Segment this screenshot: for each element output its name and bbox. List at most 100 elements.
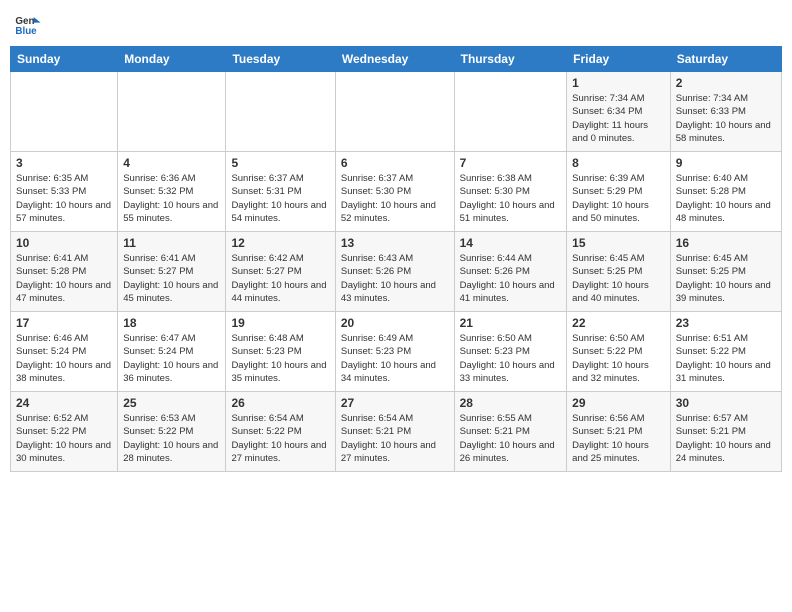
- day-info: Sunrise: 6:51 AMSunset: 5:22 PMDaylight:…: [676, 332, 776, 385]
- calendar-week-row: 1 Sunrise: 7:34 AMSunset: 6:34 PMDaylight…: [11, 72, 782, 152]
- day-number: 13: [341, 236, 449, 250]
- day-number: 16: [676, 236, 776, 250]
- calendar-day-cell: 3 Sunrise: 6:35 AMSunset: 5:33 PMDaylight…: [11, 152, 118, 232]
- calendar-day-cell: 22 Sunrise: 6:50 AMSunset: 5:22 PMDayligh…: [567, 312, 671, 392]
- weekday-header: Thursday: [454, 47, 567, 72]
- day-info: Sunrise: 7:34 AMSunset: 6:34 PMDaylight:…: [572, 92, 665, 145]
- day-number: 30: [676, 396, 776, 410]
- day-number: 14: [460, 236, 562, 250]
- page-header: Gen Blue: [10, 10, 782, 38]
- calendar-day-cell: 18Sunrise: 6:47 AMSunset: 5:24 PMDayligh…: [118, 312, 226, 392]
- day-number: 19: [231, 316, 329, 330]
- calendar-day-cell: 2 Sunrise: 7:34 AMSunset: 6:33 PMDaylight…: [670, 72, 781, 152]
- weekday-header: Monday: [118, 47, 226, 72]
- day-info: Sunrise: 6:54 AMSunset: 5:21 PMDaylight:…: [341, 412, 449, 465]
- calendar-day-cell: 27 Sunrise: 6:54 AMSunset: 5:21 PMDayligh…: [335, 392, 454, 472]
- day-number: 4: [123, 156, 220, 170]
- day-info: Sunrise: 6:48 AMSunset: 5:23 PMDaylight:…: [231, 332, 329, 385]
- day-info: Sunrise: 6:41 AMSunset: 5:27 PMDaylight:…: [123, 252, 220, 305]
- day-info: Sunrise: 6:57 AMSunset: 5:21 PMDaylight:…: [676, 412, 776, 465]
- day-info: Sunrise: 6:38 AMSunset: 5:30 PMDaylight:…: [460, 172, 562, 225]
- day-number: 26: [231, 396, 329, 410]
- day-number: 12: [231, 236, 329, 250]
- calendar-day-cell: [454, 72, 567, 152]
- day-number: 7: [460, 156, 562, 170]
- day-info: Sunrise: 6:39 AMSunset: 5:29 PMDaylight:…: [572, 172, 665, 225]
- day-number: 22: [572, 316, 665, 330]
- day-number: 6: [341, 156, 449, 170]
- calendar-day-cell: 13 Sunrise: 6:43 AMSunset: 5:26 PMDayligh…: [335, 232, 454, 312]
- calendar-day-cell: 19 Sunrise: 6:48 AMSunset: 5:23 PMDayligh…: [226, 312, 335, 392]
- calendar-day-cell: 26 Sunrise: 6:54 AMSunset: 5:22 PMDayligh…: [226, 392, 335, 472]
- calendar-day-cell: 5 Sunrise: 6:37 AMSunset: 5:31 PMDaylight…: [226, 152, 335, 232]
- calendar-week-row: 24 Sunrise: 6:52 AMSunset: 5:22 PMDayligh…: [11, 392, 782, 472]
- calendar-day-cell: 9 Sunrise: 6:40 AMSunset: 5:28 PMDaylight…: [670, 152, 781, 232]
- calendar-day-cell: 14 Sunrise: 6:44 AMSunset: 5:26 PMDayligh…: [454, 232, 567, 312]
- day-number: 15: [572, 236, 665, 250]
- calendar-week-row: 3 Sunrise: 6:35 AMSunset: 5:33 PMDaylight…: [11, 152, 782, 232]
- day-info: Sunrise: 6:37 AMSunset: 5:31 PMDaylight:…: [231, 172, 329, 225]
- calendar-day-cell: 23Sunrise: 6:51 AMSunset: 5:22 PMDayligh…: [670, 312, 781, 392]
- day-info: Sunrise: 6:54 AMSunset: 5:22 PMDaylight:…: [231, 412, 329, 465]
- calendar-day-cell: 29Sunrise: 6:56 AMSunset: 5:21 PMDayligh…: [567, 392, 671, 472]
- day-info: Sunrise: 6:55 AMSunset: 5:21 PMDaylight:…: [460, 412, 562, 465]
- day-info: Sunrise: 6:49 AMSunset: 5:23 PMDaylight:…: [341, 332, 449, 385]
- day-number: 2: [676, 76, 776, 90]
- calendar-day-cell: 16 Sunrise: 6:45 AMSunset: 5:25 PMDayligh…: [670, 232, 781, 312]
- day-info: Sunrise: 6:41 AMSunset: 5:28 PMDaylight:…: [16, 252, 112, 305]
- day-info: Sunrise: 6:45 AMSunset: 5:25 PMDaylight:…: [572, 252, 665, 305]
- calendar-day-cell: 28 Sunrise: 6:55 AMSunset: 5:21 PMDayligh…: [454, 392, 567, 472]
- logo: Gen Blue: [14, 10, 44, 38]
- calendar-day-cell: 1 Sunrise: 7:34 AMSunset: 6:34 PMDaylight…: [567, 72, 671, 152]
- day-info: Sunrise: 6:42 AMSunset: 5:27 PMDaylight:…: [231, 252, 329, 305]
- day-info: Sunrise: 6:40 AMSunset: 5:28 PMDaylight:…: [676, 172, 776, 225]
- calendar-day-cell: 15 Sunrise: 6:45 AMSunset: 5:25 PMDayligh…: [567, 232, 671, 312]
- day-info: Sunrise: 6:52 AMSunset: 5:22 PMDaylight:…: [16, 412, 112, 465]
- day-number: 10: [16, 236, 112, 250]
- calendar-day-cell: 17 Sunrise: 6:46 AMSunset: 5:24 PMDayligh…: [11, 312, 118, 392]
- calendar-week-row: 17 Sunrise: 6:46 AMSunset: 5:24 PMDayligh…: [11, 312, 782, 392]
- day-number: 17: [16, 316, 112, 330]
- weekday-header: Friday: [567, 47, 671, 72]
- weekday-header: Saturday: [670, 47, 781, 72]
- day-info: Sunrise: 6:46 AMSunset: 5:24 PMDaylight:…: [16, 332, 112, 385]
- weekday-header: Tuesday: [226, 47, 335, 72]
- day-number: 24: [16, 396, 112, 410]
- day-info: Sunrise: 6:50 AMSunset: 5:22 PMDaylight:…: [572, 332, 665, 385]
- day-number: 11: [123, 236, 220, 250]
- day-number: 1: [572, 76, 665, 90]
- calendar-day-cell: 10 Sunrise: 6:41 AMSunset: 5:28 PMDayligh…: [11, 232, 118, 312]
- day-number: 18: [123, 316, 220, 330]
- day-info: Sunrise: 6:45 AMSunset: 5:25 PMDaylight:…: [676, 252, 776, 305]
- calendar-day-cell: 21Sunrise: 6:50 AMSunset: 5:23 PMDayligh…: [454, 312, 567, 392]
- calendar-day-cell: 7 Sunrise: 6:38 AMSunset: 5:30 PMDaylight…: [454, 152, 567, 232]
- calendar-day-cell: 8 Sunrise: 6:39 AMSunset: 5:29 PMDaylight…: [567, 152, 671, 232]
- day-number: 29: [572, 396, 665, 410]
- day-info: Sunrise: 6:43 AMSunset: 5:26 PMDaylight:…: [341, 252, 449, 305]
- weekday-header: Sunday: [11, 47, 118, 72]
- calendar-day-cell: 25Sunrise: 6:53 AMSunset: 5:22 PMDayligh…: [118, 392, 226, 472]
- day-info: Sunrise: 6:35 AMSunset: 5:33 PMDaylight:…: [16, 172, 112, 225]
- calendar-day-cell: 4Sunrise: 6:36 AMSunset: 5:32 PMDaylight…: [118, 152, 226, 232]
- weekday-header: Wednesday: [335, 47, 454, 72]
- day-number: 3: [16, 156, 112, 170]
- calendar-day-cell: 12 Sunrise: 6:42 AMSunset: 5:27 PMDayligh…: [226, 232, 335, 312]
- day-number: 8: [572, 156, 665, 170]
- calendar-day-cell: [118, 72, 226, 152]
- day-info: Sunrise: 6:44 AMSunset: 5:26 PMDaylight:…: [460, 252, 562, 305]
- day-number: 28: [460, 396, 562, 410]
- day-info: Sunrise: 7:34 AMSunset: 6:33 PMDaylight:…: [676, 92, 776, 145]
- calendar-day-cell: 20Sunrise: 6:49 AMSunset: 5:23 PMDayligh…: [335, 312, 454, 392]
- calendar-week-row: 10 Sunrise: 6:41 AMSunset: 5:28 PMDayligh…: [11, 232, 782, 312]
- calendar-day-cell: 24 Sunrise: 6:52 AMSunset: 5:22 PMDayligh…: [11, 392, 118, 472]
- calendar-day-cell: [335, 72, 454, 152]
- calendar-day-cell: 6Sunrise: 6:37 AMSunset: 5:30 PMDaylight…: [335, 152, 454, 232]
- svg-text:Blue: Blue: [15, 26, 37, 37]
- day-info: Sunrise: 6:50 AMSunset: 5:23 PMDaylight:…: [460, 332, 562, 385]
- calendar-day-cell: 30 Sunrise: 6:57 AMSunset: 5:21 PMDayligh…: [670, 392, 781, 472]
- calendar-day-cell: [11, 72, 118, 152]
- day-number: 5: [231, 156, 329, 170]
- day-number: 27: [341, 396, 449, 410]
- calendar-table: SundayMondayTuesdayWednesdayThursdayFrid…: [10, 46, 782, 472]
- day-number: 9: [676, 156, 776, 170]
